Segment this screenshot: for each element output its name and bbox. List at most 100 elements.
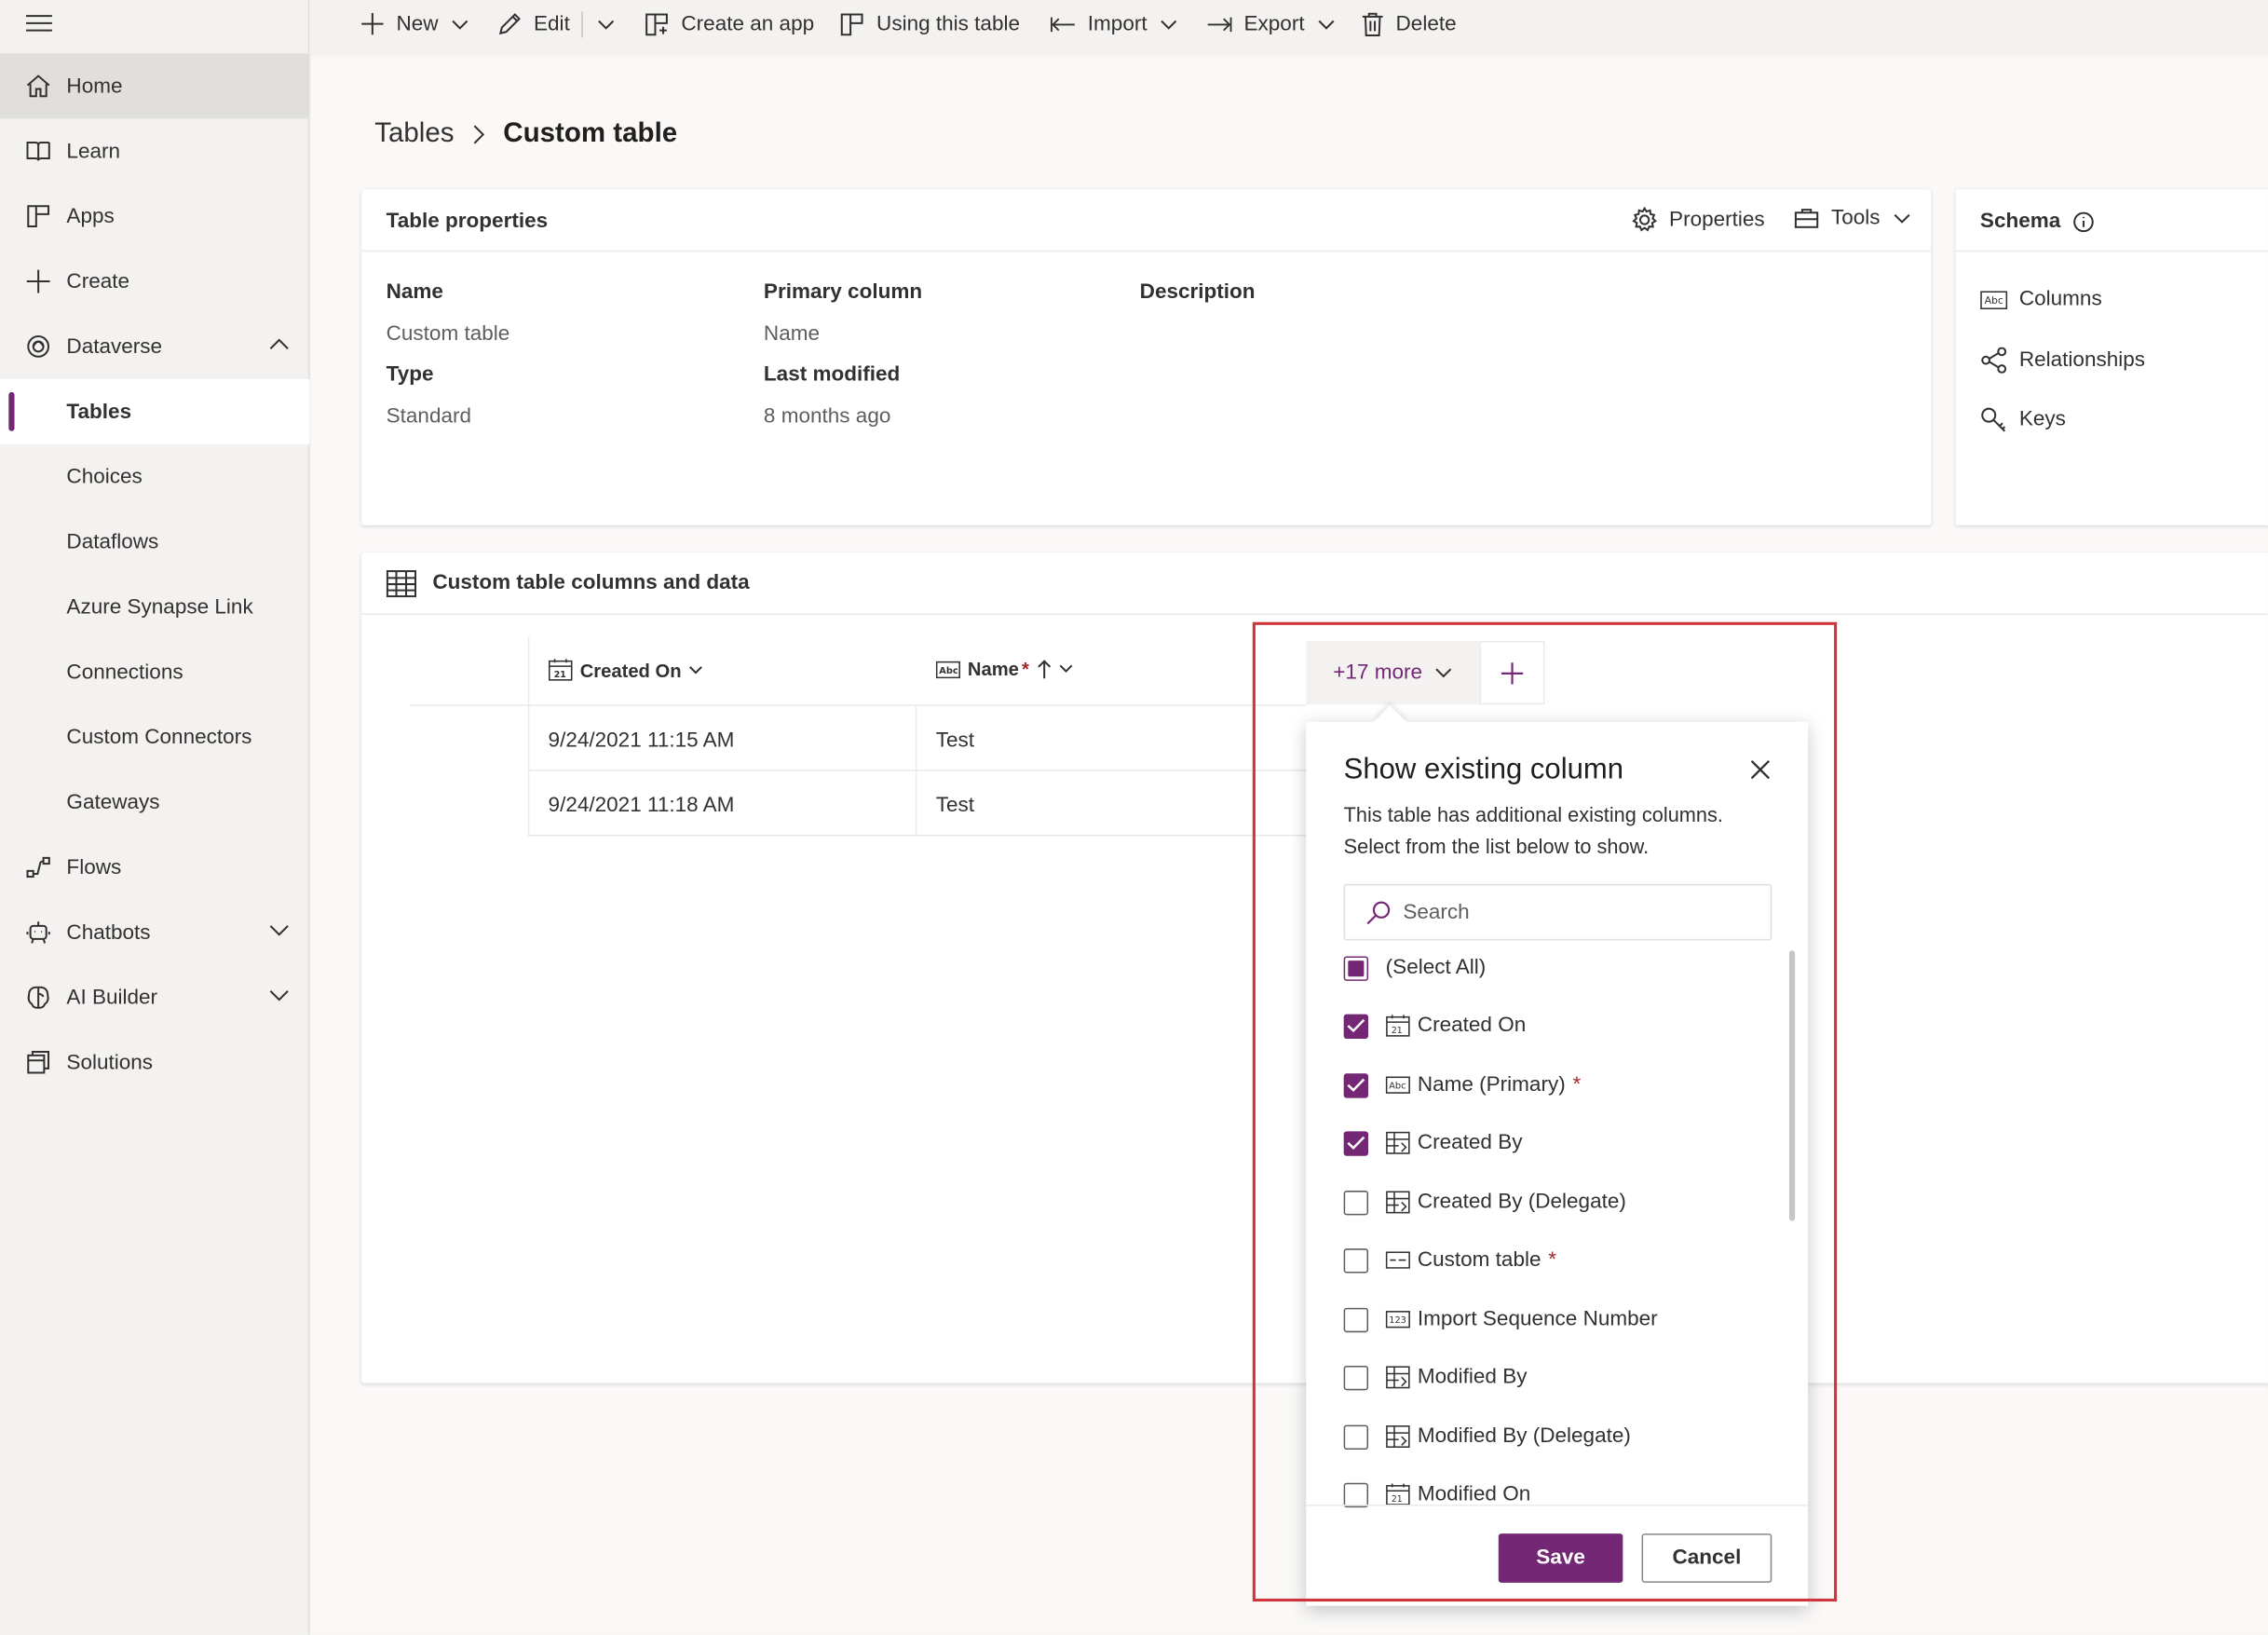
sidebar-item-learn[interactable]: Learn <box>0 118 309 184</box>
delete-button[interactable]: Delete <box>1361 0 1457 48</box>
lookup-icon <box>1386 1425 1410 1448</box>
svg-text:Abc: Abc <box>1389 1082 1406 1092</box>
chevron-down-icon[interactable] <box>269 988 290 1003</box>
checkbox[interactable] <box>1343 1247 1369 1273</box>
edit-label: Edit <box>534 12 570 36</box>
new-label: New <box>396 12 439 36</box>
chevron-up-icon[interactable] <box>269 337 290 352</box>
table-icon <box>386 570 417 598</box>
checkbox[interactable] <box>1343 1365 1369 1390</box>
checkbox[interactable] <box>1343 1013 1369 1039</box>
properties-button[interactable]: Properties <box>1632 207 1765 233</box>
schema-keys-link[interactable]: Keys <box>1980 406 2066 432</box>
card-header: Custom table columns and data <box>361 552 2268 615</box>
checkbox[interactable] <box>1343 1307 1369 1332</box>
sidebar-item-tables[interactable]: Tables <box>0 378 310 444</box>
sidebar-item-gateways[interactable]: Gateways <box>0 770 309 835</box>
column-option[interactable]: Abc Name (Primary) * <box>1343 1070 1582 1101</box>
sidebar-item-apps[interactable]: Apps <box>0 184 309 249</box>
close-icon[interactable] <box>1750 759 1771 780</box>
import-button[interactable]: Import <box>1050 0 1177 48</box>
sidebar-item-home[interactable]: Home <box>0 53 310 119</box>
primary-column-value: Name <box>763 322 821 347</box>
search-input[interactable] <box>1403 900 1751 924</box>
card-title: Table properties <box>386 210 549 234</box>
trash-icon <box>1362 11 1383 36</box>
pencil-icon <box>498 13 521 35</box>
table-cell[interactable]: Test <box>936 729 974 753</box>
checkbox[interactable] <box>1343 1190 1369 1215</box>
grid-line <box>527 636 530 836</box>
checkbox[interactable] <box>1343 955 1369 981</box>
schema-columns-link[interactable]: Abc Columns <box>1980 288 2102 311</box>
sidebar-item-chatbots[interactable]: Chatbots <box>0 900 309 965</box>
sidebar-item-label: Gateways <box>66 790 160 814</box>
sidebar-item-label: Custom Connectors <box>66 725 252 749</box>
schema-relationships-link[interactable]: Relationships <box>1980 347 2145 374</box>
sidebar-item-choices[interactable]: Choices <box>0 444 309 510</box>
sidebar-item-azure-synapse-link[interactable]: Azure Synapse Link <box>0 575 309 640</box>
column-option[interactable]: Custom table * <box>1343 1244 1556 1275</box>
name-label: Name <box>386 280 443 305</box>
sidebar-item-dataverse[interactable]: Dataverse <box>0 314 309 379</box>
add-column-button[interactable] <box>1479 640 1545 705</box>
required-asterisk: * <box>1572 1073 1582 1097</box>
create-an-app-label: Create an app <box>681 12 815 36</box>
save-button[interactable]: Save <box>1498 1533 1623 1583</box>
column-option[interactable]: 21 Created On <box>1343 1010 1526 1042</box>
breadcrumb-tables-link[interactable]: Tables <box>374 118 454 150</box>
chevron-down-icon[interactable] <box>1161 18 1178 29</box>
new-button[interactable]: New <box>360 0 469 48</box>
column-option[interactable]: (Select All) <box>1343 952 1486 984</box>
chevron-down-icon[interactable] <box>1318 18 1336 29</box>
table-cell[interactable]: Test <box>936 795 974 818</box>
using-this-table-button[interactable]: Using this table <box>839 0 1020 48</box>
column-header-created-on[interactable]: 21 Created On <box>549 659 703 682</box>
sidebar-item-custom-connectors[interactable]: Custom Connectors <box>0 704 309 770</box>
left-navigation: Home Learn Apps Create Dataverse Tables … <box>0 0 310 1635</box>
checkbox[interactable] <box>1343 1072 1369 1097</box>
edit-dropdown[interactable] <box>597 0 626 48</box>
chevron-down-icon <box>598 20 615 29</box>
properties-label: Properties <box>1669 208 1765 232</box>
column-option[interactable]: Created By <box>1343 1127 1523 1159</box>
sidebar-item-flows[interactable]: Flows <box>0 835 309 900</box>
checkbox[interactable] <box>1343 1481 1369 1507</box>
lookup-icon <box>1386 1366 1410 1389</box>
chevron-down-icon[interactable] <box>452 18 469 29</box>
delete-label: Delete <box>1395 12 1457 36</box>
scrollbar[interactable] <box>1788 950 1796 1221</box>
sidebar-item-create[interactable]: Create <box>0 249 309 314</box>
sidebar-item-ai-builder[interactable]: AI Builder <box>0 965 309 1030</box>
export-button[interactable]: Export <box>1206 0 1335 48</box>
table-cell[interactable]: 9/24/2021 11:18 AM <box>549 795 735 818</box>
card-header: Schema <box>1955 189 2268 252</box>
book-icon <box>26 141 50 161</box>
sidebar-item-connections[interactable]: Connections <box>0 639 309 704</box>
info-icon[interactable] <box>2072 211 2094 232</box>
checkbox[interactable] <box>1343 1424 1369 1450</box>
sidebar-item-label: Choices <box>66 465 143 489</box>
text-icon: Abc <box>1385 1076 1410 1094</box>
plus-icon <box>361 12 384 35</box>
sidebar-item-label: Flows <box>66 855 122 879</box>
column-search-box <box>1343 883 1772 941</box>
cancel-button[interactable]: Cancel <box>1641 1533 1772 1583</box>
column-option[interactable]: Created By (Delegate) <box>1343 1186 1626 1218</box>
hamburger-menu-icon[interactable] <box>24 13 53 34</box>
column-header-name[interactable]: Abc Name * <box>935 659 1074 680</box>
column-option[interactable]: 123 Import Sequence Number <box>1343 1303 1658 1335</box>
more-columns-button[interactable]: +17 more <box>1306 640 1480 705</box>
sidebar-item-solutions[interactable]: Solutions <box>0 1030 309 1096</box>
column-option[interactable]: Modified By (Delegate) <box>1343 1421 1631 1452</box>
table-cell[interactable]: 9/24/2021 11:15 AM <box>549 729 735 753</box>
column-option[interactable]: Modified By <box>1343 1361 1527 1393</box>
column-option-label: Modified On <box>1417 1482 1531 1506</box>
tools-button[interactable]: Tools <box>1794 207 1911 230</box>
edit-button[interactable]: Edit <box>497 0 570 48</box>
create-an-app-button[interactable]: Create an app <box>644 0 814 48</box>
calendar-icon: 21 <box>549 659 573 681</box>
checkbox[interactable] <box>1343 1130 1369 1155</box>
sidebar-item-dataflows[interactable]: Dataflows <box>0 510 309 575</box>
chevron-down-icon[interactable] <box>269 923 290 938</box>
